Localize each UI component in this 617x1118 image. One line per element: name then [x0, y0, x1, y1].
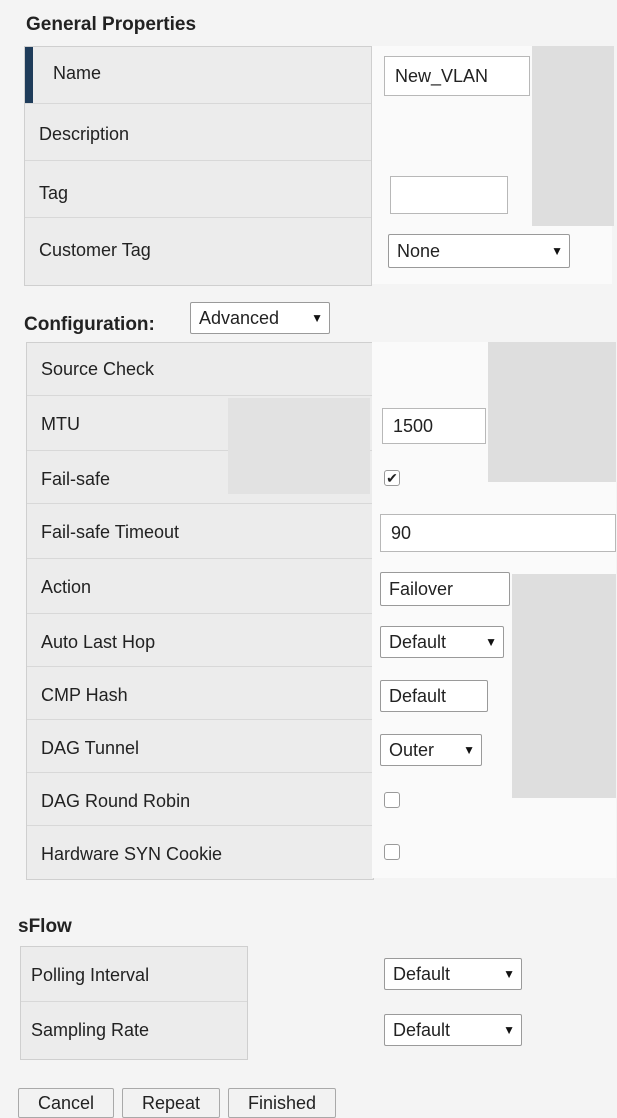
redaction-block — [228, 398, 370, 494]
polling-interval-row: Polling Interval — [21, 947, 247, 1002]
action-select[interactable]: Failover — [380, 572, 510, 606]
polling-interval-label: Polling Interval — [31, 965, 150, 985]
polling-interval-select[interactable]: Default ▼ — [384, 958, 522, 990]
auto-last-hop-label: Auto Last Hop — [41, 632, 156, 652]
sampling-rate-select[interactable]: Default ▼ — [384, 1014, 522, 1046]
tag-row: Tag — [25, 161, 371, 218]
tag-label: Tag — [39, 183, 69, 203]
general-properties-title: General Properties — [26, 14, 197, 35]
chevron-down-icon: ▼ — [551, 244, 563, 258]
sflow-title: sFlow — [18, 916, 72, 937]
failsafe-timeout-input[interactable]: 90 — [380, 514, 616, 552]
chevron-down-icon: ▼ — [503, 967, 515, 981]
failsafe-timeout-row: Fail-safe Timeout — [27, 504, 373, 559]
configuration-mode-value: Advanced — [199, 307, 280, 328]
configuration-mode-select[interactable]: Advanced ▼ — [190, 302, 330, 334]
chevron-down-icon: ▼ — [503, 1023, 515, 1037]
customer-tag-row: Customer Tag — [25, 218, 371, 284]
polling-interval-value: Default — [393, 963, 451, 984]
cancel-button[interactable]: Cancel — [18, 1088, 114, 1118]
repeat-button[interactable]: Repeat — [122, 1088, 220, 1118]
failsafe-checkbox[interactable]: ✔ — [384, 470, 400, 486]
redaction-block — [488, 342, 616, 482]
general-properties-panel: Name Description Tag Customer Tag — [24, 46, 372, 286]
sampling-rate-value: Default — [393, 1019, 451, 1040]
mtu-input[interactable]: 1500 — [382, 408, 486, 444]
cmp-hash-value: Default — [389, 685, 447, 706]
description-row: Description — [25, 104, 371, 161]
name-input[interactable]: New_VLAN — [384, 56, 530, 96]
configuration-title: Configuration: — [24, 314, 155, 335]
name-label: Name — [53, 63, 102, 83]
auto-last-hop-row: Auto Last Hop — [27, 614, 373, 667]
auto-last-hop-value: Default — [389, 631, 447, 652]
action-value: Failover — [389, 578, 454, 599]
sampling-rate-label: Sampling Rate — [31, 1020, 150, 1040]
name-row: Name — [25, 47, 371, 104]
tag-input[interactable] — [390, 176, 508, 214]
dag-round-robin-checkbox[interactable] — [384, 792, 400, 808]
source-check-row: Source Check — [27, 343, 373, 396]
cmp-hash-select[interactable]: Default — [380, 680, 488, 712]
customer-tag-select[interactable]: None ▼ — [388, 234, 570, 268]
hw-syn-cookie-checkbox[interactable] — [384, 844, 400, 860]
action-row: Action — [27, 559, 373, 614]
dag-tunnel-label: DAG Tunnel — [41, 738, 140, 758]
hw-syn-cookie-row: Hardware SYN Cookie — [27, 826, 373, 878]
customer-tag-value: None — [397, 240, 441, 261]
redaction-block — [512, 574, 616, 798]
redaction-block — [532, 46, 614, 226]
action-label: Action — [41, 577, 92, 597]
sampling-rate-row: Sampling Rate — [21, 1002, 247, 1058]
dag-round-robin-label: DAG Round Robin — [41, 791, 191, 811]
failsafe-label: Fail-safe — [41, 469, 111, 489]
dag-round-robin-row: DAG Round Robin — [27, 773, 373, 826]
description-label: Description — [39, 124, 130, 144]
dag-tunnel-select[interactable]: Outer ▼ — [380, 734, 482, 766]
chevron-down-icon: ▼ — [485, 635, 497, 649]
cmp-hash-label: CMP Hash — [41, 685, 128, 705]
mtu-label: MTU — [41, 414, 80, 434]
dag-tunnel-row: DAG Tunnel — [27, 720, 373, 773]
finished-button[interactable]: Finished — [228, 1088, 336, 1118]
hw-syn-cookie-label: Hardware SYN Cookie — [41, 844, 223, 864]
chevron-down-icon: ▼ — [311, 311, 323, 325]
customer-tag-label: Customer Tag — [39, 240, 151, 260]
chevron-down-icon: ▼ — [463, 743, 475, 757]
source-check-label: Source Check — [41, 359, 155, 379]
check-icon: ✔ — [386, 470, 398, 486]
cmp-hash-row: CMP Hash — [27, 667, 373, 720]
failsafe-timeout-label: Fail-safe Timeout — [41, 522, 180, 542]
sflow-panel: Polling Interval Sampling Rate — [20, 946, 248, 1060]
auto-last-hop-select[interactable]: Default ▼ — [380, 626, 504, 658]
dag-tunnel-value: Outer — [389, 739, 435, 760]
